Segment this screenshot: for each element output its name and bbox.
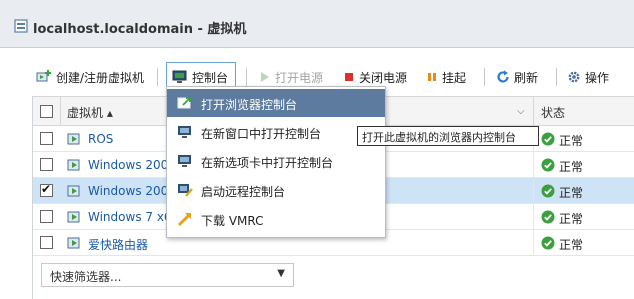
suspend-label: 挂起 — [442, 70, 467, 85]
toolbar-divider — [556, 68, 557, 86]
browser-console-icon — [177, 97, 191, 109]
vm-icon — [67, 237, 80, 249]
status-text: 正常 — [559, 186, 584, 200]
row-checkbox[interactable] — [40, 236, 53, 249]
ok-status-icon — [541, 236, 555, 250]
status-text: 正常 — [559, 160, 584, 174]
power-on-label: 打开电源 — [275, 70, 324, 85]
tooltip-text: 打开此虚拟机的浏览器内控制台 — [362, 131, 516, 144]
toolbar-divider — [157, 68, 158, 86]
play-icon — [261, 72, 269, 82]
gear-icon — [568, 71, 580, 83]
menu-item-new-tab-console[interactable]: 在新选项卡中打开控制台 — [167, 147, 385, 175]
column-header-vm[interactable]: 虚拟机 ▴ — [67, 104, 113, 121]
chevron-down-icon[interactable]: ⌵ — [517, 106, 525, 117]
menu-item-label: 启动远程控制台 — [201, 185, 286, 199]
column-divider — [533, 230, 534, 256]
window-titlebar: localhost.localdomain - 虚拟机 — [0, 0, 634, 48]
ok-status-icon — [541, 158, 555, 172]
vm-icon — [67, 211, 80, 223]
refresh-button[interactable]: 刷新 — [496, 68, 538, 86]
select-all-checkbox[interactable] — [40, 105, 53, 118]
menu-item-download-vmrc[interactable]: 下载 VMRC — [167, 205, 385, 233]
power-off-button[interactable]: 关闭电源 — [343, 68, 407, 86]
quick-filter-select[interactable]: 快速筛选器... ▼ — [41, 263, 294, 287]
status-text: 正常 — [559, 238, 584, 252]
menu-item-label: 在新窗口中打开控制台 — [201, 127, 322, 141]
console-menu: 打开浏览器控制台 在新窗口中打开控制台 在新选项卡中打开控制台 启动远程控制台 … — [166, 86, 386, 238]
column-divider — [60, 97, 61, 126]
refresh-icon — [497, 70, 509, 83]
toolbar-divider — [246, 68, 247, 86]
column-divider — [533, 152, 534, 178]
download-vmrc-icon — [177, 213, 191, 226]
actions-button[interactable]: 操作 — [567, 68, 609, 86]
vm-name-link[interactable]: 爱快路由器 — [88, 236, 148, 253]
dropdown-arrow-icon: ▼ — [277, 268, 285, 279]
vm-icon — [67, 159, 80, 171]
menu-item-label: 下载 VMRC — [201, 214, 264, 228]
row-checkbox[interactable] — [40, 210, 53, 223]
tooltip: 打开此虚拟机的浏览器内控制台 — [357, 126, 539, 146]
vm-name-link[interactable]: Windows 2008 — [88, 158, 176, 172]
column-header-status[interactable]: 状态 — [541, 104, 565, 121]
ok-status-icon — [541, 210, 555, 224]
console-label: 控制台 — [192, 70, 229, 85]
menu-item-remote-console[interactable]: 启动远程控制台 — [167, 176, 385, 204]
pause-icon — [428, 73, 436, 81]
refresh-label: 刷新 — [514, 70, 539, 85]
column-divider — [533, 178, 534, 204]
suspend-button[interactable]: 挂起 — [426, 68, 466, 86]
create-vm-label: 创建/注册虚拟机 — [56, 70, 145, 85]
column-divider — [533, 97, 534, 126]
status-text: 正常 — [559, 134, 584, 148]
console-button[interactable]: 控制台 — [172, 68, 228, 86]
menu-item-new-window-console[interactable]: 在新窗口中打开控制台 — [167, 118, 385, 146]
row-checkbox[interactable] — [40, 132, 53, 145]
remote-console-icon — [178, 184, 193, 197]
quick-filter-label: 快速筛选器... — [50, 270, 122, 284]
new-tab-console-icon — [178, 155, 191, 167]
vm-name-link[interactable]: ROS — [88, 132, 113, 146]
vm-icon — [67, 185, 80, 197]
stop-icon — [345, 73, 353, 81]
create-vm-button[interactable]: 创建/注册虚拟机 — [36, 68, 144, 86]
vm-name-link[interactable]: Windows 2008 — [88, 184, 176, 198]
window-title: localhost.localdomain - 虚拟机 — [33, 22, 247, 37]
toolbar-divider — [484, 68, 485, 86]
actions-label: 操作 — [585, 70, 610, 85]
vm-icon — [67, 133, 80, 145]
create-vm-icon — [36, 70, 51, 82]
row-checkbox[interactable] — [40, 182, 53, 197]
menu-item-label: 在新选项卡中打开控制台 — [201, 156, 334, 170]
row-checkbox[interactable] — [40, 158, 53, 171]
console-icon — [172, 70, 187, 83]
host-icon — [14, 19, 28, 33]
column-divider — [533, 204, 534, 230]
ok-status-icon — [541, 132, 555, 146]
menu-item-label: 打开浏览器控制台 — [201, 98, 298, 112]
power-off-label: 关闭电源 — [359, 70, 408, 85]
status-text: 正常 — [559, 212, 584, 226]
ok-status-icon — [541, 184, 555, 198]
menu-item-browser-console[interactable]: 打开浏览器控制台 — [167, 89, 385, 117]
new-window-console-icon — [178, 126, 191, 138]
power-on-button[interactable]: 打开电源 — [259, 68, 323, 86]
